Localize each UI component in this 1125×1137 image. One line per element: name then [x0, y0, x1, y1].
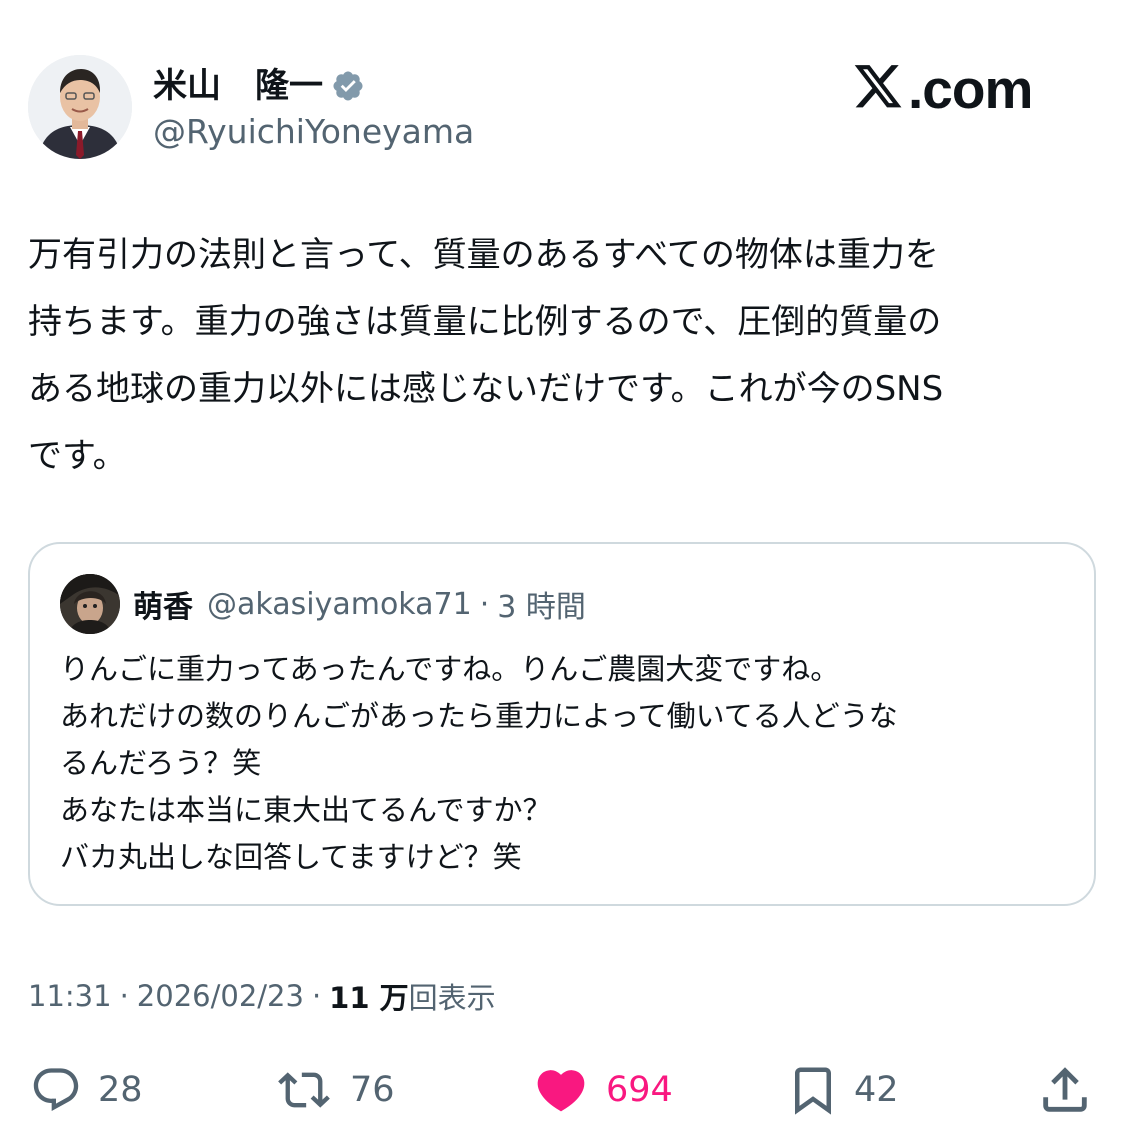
bookmark-icon — [795, 1067, 831, 1115]
reply-icon — [33, 1068, 79, 1112]
heart-filled-icon — [537, 1070, 585, 1112]
x-logo-icon — [854, 65, 902, 108]
quoted-author-avatar[interactable] — [60, 574, 120, 634]
bookmark-count: 42 — [854, 1070, 899, 1110]
separator-dot: · — [479, 586, 490, 622]
quoted-author-name[interactable]: 萌香 — [133, 582, 193, 626]
quoted-tweet-card[interactable]: 萌香 @akasiyamoka71 · 3 時間 りんごに重力ってあったんですね… — [28, 542, 1096, 906]
separator-dot: · — [311, 979, 322, 1013]
like-count: 694 — [606, 1070, 673, 1110]
author-display-name[interactable]: 米山 隆一 — [153, 64, 323, 108]
tweet-time[interactable]: 11:31 — [28, 979, 112, 1013]
tweet-meta: 11:31 · 2026/02/23 · 11 万 回表示 — [28, 974, 496, 1018]
x-brand-logo: .com — [852, 56, 1033, 122]
quoted-author-handle[interactable]: @akasiyamoka71 — [207, 587, 472, 622]
views-count[interactable]: 11 万 — [329, 975, 408, 1017]
share-button[interactable] — [1036, 1064, 1094, 1116]
repost-icon — [278, 1072, 330, 1108]
reply-button[interactable]: 28 — [28, 1064, 143, 1116]
verified-badge-icon — [331, 69, 365, 103]
repost-count: 76 — [350, 1070, 395, 1110]
share-icon — [1043, 1067, 1087, 1112]
bookmark-button[interactable]: 42 — [786, 1064, 899, 1116]
author-handle[interactable]: @RyuichiYoneyama — [153, 110, 474, 154]
repost-button[interactable]: 76 — [272, 1064, 395, 1116]
author-name-row[interactable]: 米山 隆一 — [153, 64, 365, 108]
brand-domain-text: .com — [908, 58, 1033, 120]
quoted-tweet-header: 萌香 @akasiyamoka71 · 3 時間 — [133, 582, 586, 626]
separator-dot: · — [119, 979, 129, 1013]
author-avatar[interactable] — [28, 55, 132, 159]
like-button[interactable]: 694 — [530, 1064, 673, 1116]
tweet-date[interactable]: 2026/02/23 — [137, 979, 304, 1013]
quoted-tweet-time[interactable]: 3 時間 — [497, 582, 586, 626]
tweet-text: 万有引力の法則と言って、質量のあるすべての物体は重力を 持ちます。重力の強さは質… — [28, 235, 944, 476]
reply-count: 28 — [98, 1070, 143, 1110]
quoted-tweet-text: りんごに重力ってあったんですね。りんご農園大変ですね。 あれだけの数のりんごがあ… — [60, 652, 898, 874]
views-label: 回表示 — [408, 981, 496, 1015]
